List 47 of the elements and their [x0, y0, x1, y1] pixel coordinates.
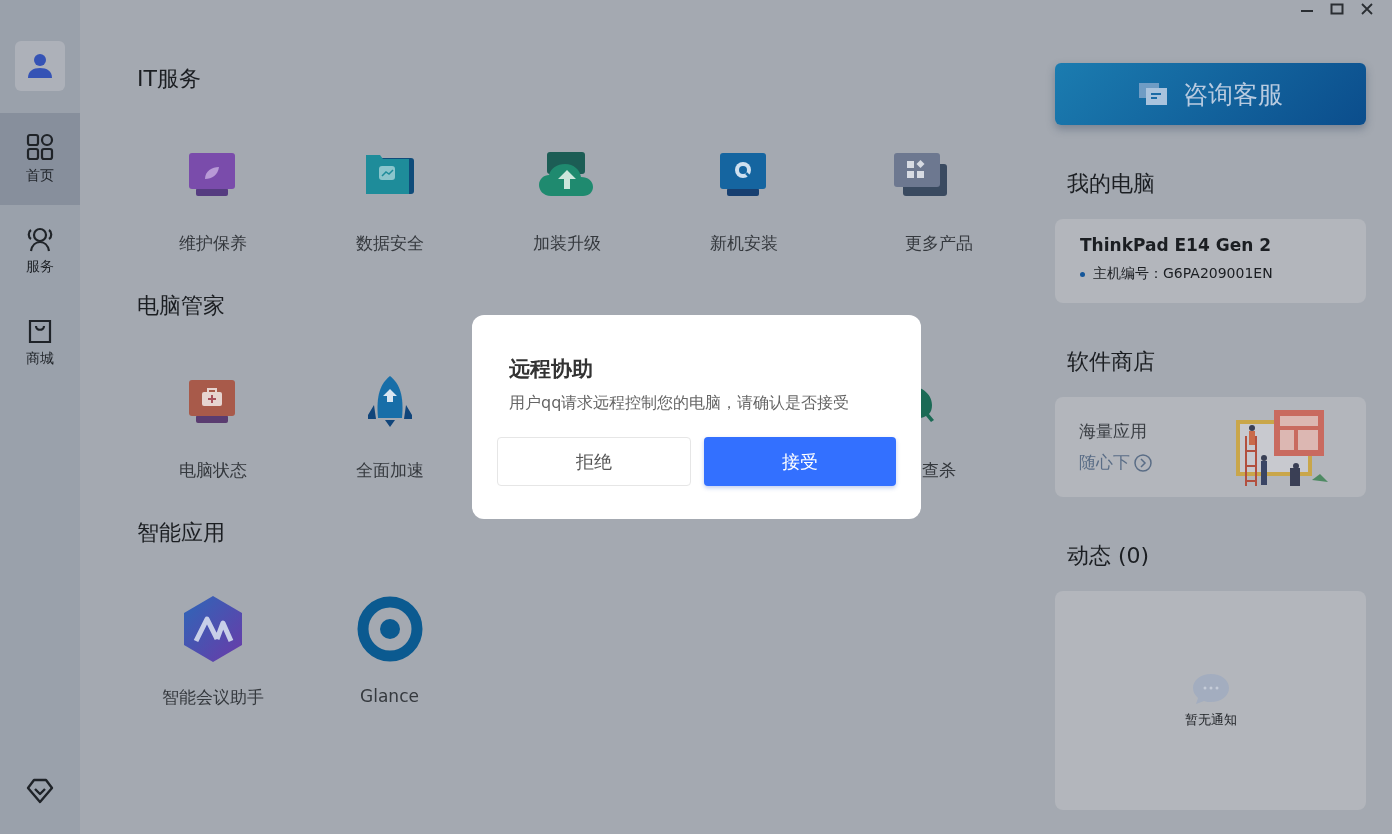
diamond-logo-icon[interactable]	[26, 778, 54, 804]
people-icon	[26, 226, 54, 252]
app-tile[interactable]: 更多产品	[832, 140, 1009, 255]
app-tile[interactable]: 加装升级	[478, 140, 655, 255]
avatar-button[interactable]	[15, 41, 65, 91]
section-title: 我的电脑	[1067, 170, 1156, 198]
serial-number: 主机编号：G6PA209001EN	[1093, 265, 1273, 283]
chevron-circle-icon	[1134, 453, 1152, 472]
section-title: 软件商店	[1067, 348, 1156, 376]
apps-stack-icon	[892, 152, 949, 198]
dialog-title: 远程协助	[509, 356, 594, 383]
search-monitor-icon	[718, 152, 769, 198]
app-tile[interactable]: Glance	[301, 594, 478, 709]
app-tile[interactable]: 维护保养	[124, 140, 301, 255]
pc-model: ThinkPad E14 Gen 2	[1080, 235, 1273, 255]
chat-icon	[1138, 83, 1167, 105]
leaf-monitor-icon	[187, 152, 238, 198]
reject-button[interactable]: 拒绝	[497, 437, 691, 486]
consult-service-button[interactable]: 咨询客服	[1055, 63, 1366, 125]
sidebar-item[interactable]: 首页	[0, 113, 80, 205]
store-link[interactable]: 随心下	[1079, 451, 1152, 474]
empty-notice: 暂无通知	[1184, 710, 1237, 729]
grid-icon	[26, 133, 54, 161]
chat-bubble-icon	[1191, 672, 1230, 705]
rocket-icon	[365, 375, 414, 429]
shopping-bag-icon	[27, 318, 53, 344]
section-title: 智能应用	[137, 519, 226, 547]
app-tile[interactable]: 全面加速	[301, 367, 478, 482]
accept-button[interactable]: 接受	[704, 437, 896, 486]
app-tile[interactable]: 数据安全	[301, 140, 478, 255]
dialog-message: 用户qq请求远程控制您的电脑，请确认是否接受	[509, 393, 851, 414]
medkit-monitor-icon	[187, 379, 238, 425]
user-icon	[28, 53, 52, 79]
app-tile[interactable]: 智能会议助手	[124, 594, 301, 709]
section-title: 电脑管家	[137, 292, 226, 320]
app-tile[interactable]: 电脑状态	[124, 367, 301, 482]
store-card[interactable]: 海量应用 随心下	[1055, 397, 1366, 497]
app-tile[interactable]: 新机安装	[655, 140, 832, 255]
bullet-icon	[1080, 271, 1085, 277]
ring-logo-icon	[356, 596, 423, 662]
store-headline: 海量应用	[1079, 420, 1148, 443]
close-icon[interactable]	[1360, 2, 1374, 16]
section-title: IT服务	[137, 65, 202, 93]
section-title: 动态 (0)	[1067, 542, 1151, 570]
maximize-icon[interactable]	[1330, 2, 1344, 16]
sidebar-item[interactable]: 商城	[0, 297, 80, 389]
sidebar-item[interactable]: 服务	[0, 205, 80, 297]
